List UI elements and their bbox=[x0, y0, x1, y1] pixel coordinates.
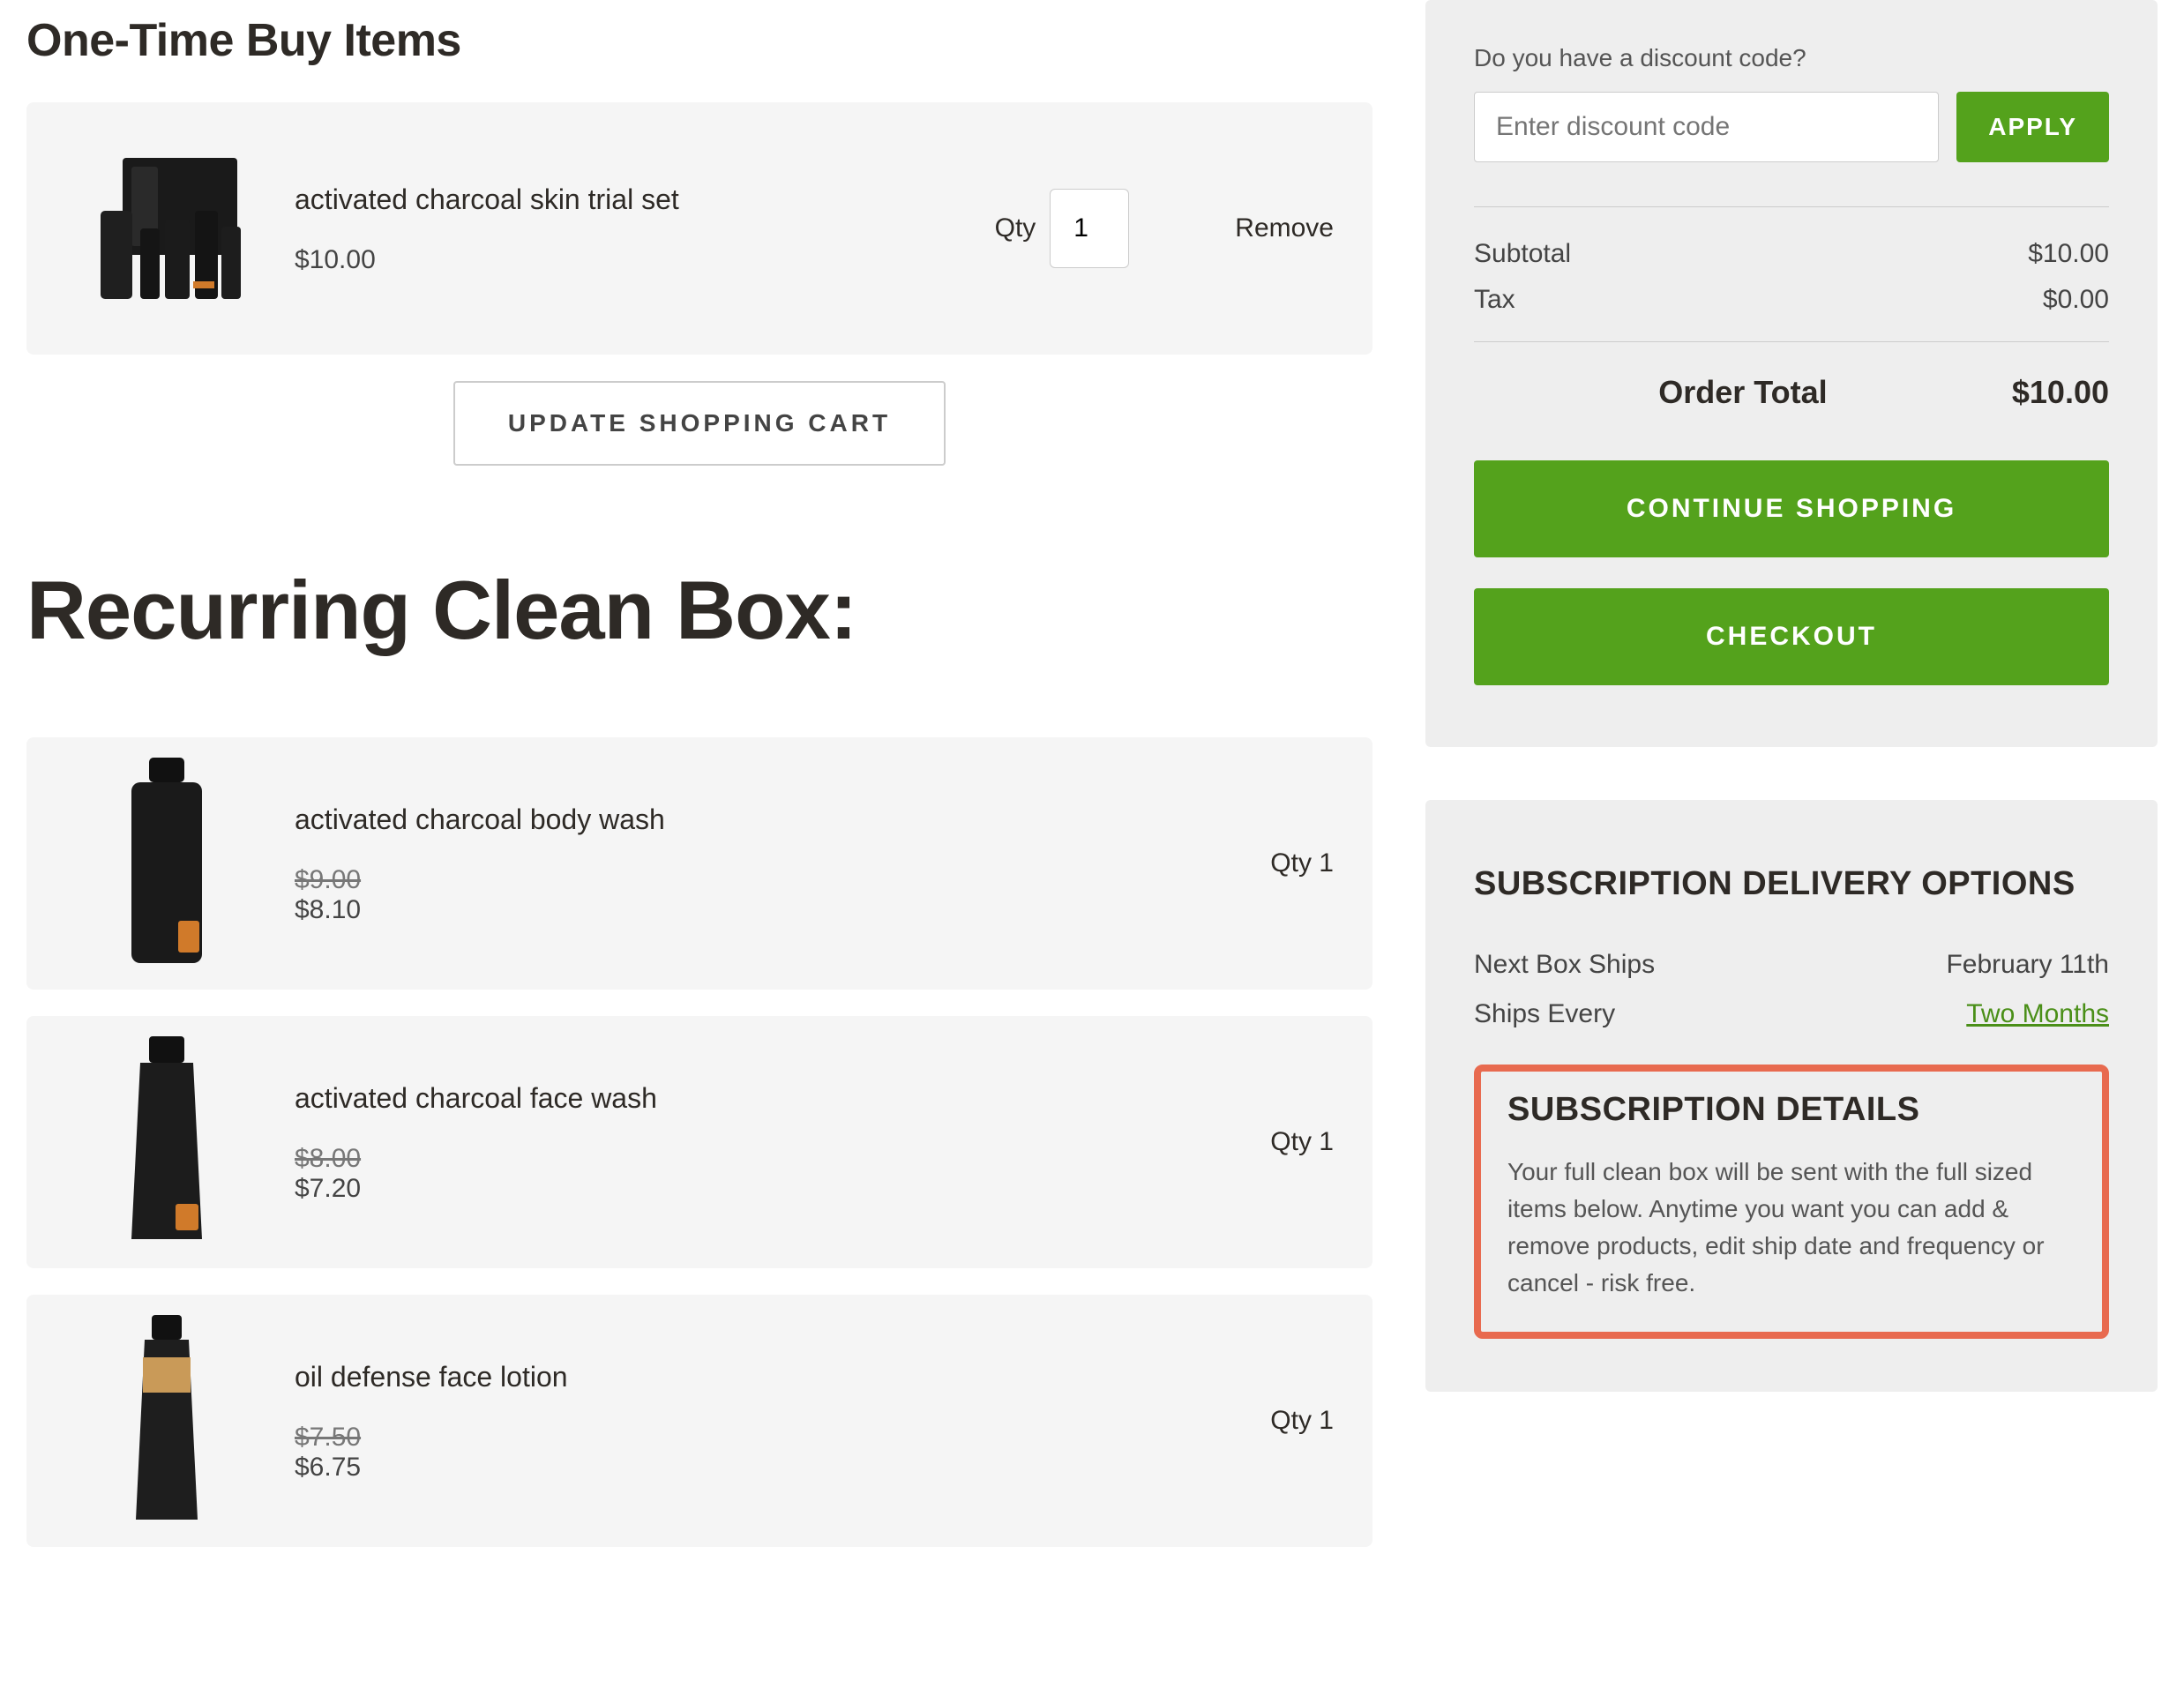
tax-value: $0.00 bbox=[2043, 285, 2109, 315]
subscription-box: SUBSCRIPTION DELIVERY OPTIONS Next Box S… bbox=[1425, 800, 2158, 1392]
checkout-button[interactable]: CHECKOUT bbox=[1474, 588, 2109, 685]
subscription-delivery-title: SUBSCRIPTION DELIVERY OPTIONS bbox=[1474, 863, 2109, 906]
remove-link[interactable]: Remove bbox=[1235, 213, 1334, 243]
onetime-heading: One-Time Buy Items bbox=[26, 14, 1372, 67]
tax-label: Tax bbox=[1474, 285, 1515, 315]
recurring-item-name: oil defense face lotion bbox=[295, 1359, 1270, 1396]
subscription-details-title: SUBSCRIPTION DETAILS bbox=[1507, 1091, 2076, 1129]
qty-label: Qty bbox=[995, 213, 1036, 243]
onetime-item-name: activated charcoal skin trial set bbox=[295, 182, 995, 219]
subtotal-label: Subtotal bbox=[1474, 239, 1571, 269]
subtotal-value: $10.00 bbox=[2028, 239, 2109, 269]
ships-every-link[interactable]: Two Months bbox=[1966, 999, 2109, 1029]
product-image-trial-set bbox=[65, 136, 268, 321]
qty-input[interactable] bbox=[1050, 189, 1129, 268]
recurring-item-disc-price: $6.75 bbox=[295, 1453, 1270, 1483]
next-ship-label: Next Box Ships bbox=[1474, 950, 1655, 980]
order-total-label: Order Total bbox=[1658, 374, 1827, 411]
order-total-value: $10.00 bbox=[2012, 374, 2109, 411]
recurring-item-orig-price: $9.00 bbox=[295, 865, 1270, 895]
recurring-item-disc-price: $7.20 bbox=[295, 1174, 1270, 1204]
update-cart-button[interactable]: UPDATE SHOPPING CART bbox=[453, 381, 946, 466]
subscription-details-text: Your full clean box will be sent with th… bbox=[1507, 1154, 2076, 1302]
onetime-item-price: $10.00 bbox=[295, 245, 995, 275]
recurring-item-qty: Qty 1 bbox=[1270, 848, 1334, 878]
recurring-heading: Recurring Clean Box: bbox=[26, 563, 1372, 658]
recurring-item-row: oil defense face lotion $7.50 $6.75 Qty … bbox=[26, 1295, 1372, 1547]
recurring-item-row: activated charcoal face wash $8.00 $7.20… bbox=[26, 1016, 1372, 1268]
divider bbox=[1474, 206, 2109, 207]
recurring-item-qty: Qty 1 bbox=[1270, 1406, 1334, 1436]
continue-shopping-button[interactable]: CONTINUE SHOPPING bbox=[1474, 460, 2109, 557]
recurring-item-orig-price: $7.50 bbox=[295, 1423, 1270, 1453]
discount-code-input[interactable] bbox=[1474, 92, 1939, 162]
recurring-item-qty: Qty 1 bbox=[1270, 1127, 1334, 1157]
next-ship-value: February 11th bbox=[1946, 950, 2109, 980]
order-summary-box: Do you have a discount code? APPLY Subto… bbox=[1425, 0, 2158, 747]
onetime-item-row: activated charcoal skin trial set $10.00… bbox=[26, 102, 1372, 355]
divider bbox=[1474, 341, 2109, 342]
product-image-body-wash bbox=[65, 771, 268, 956]
recurring-item-name: activated charcoal body wash bbox=[295, 802, 1270, 839]
subscription-details-highlight: SUBSCRIPTION DETAILS Your full clean box… bbox=[1474, 1065, 2109, 1339]
product-image-face-lotion bbox=[65, 1328, 268, 1513]
ships-every-label: Ships Every bbox=[1474, 999, 1615, 1029]
product-image-face-wash bbox=[65, 1050, 268, 1235]
recurring-item-disc-price: $8.10 bbox=[295, 895, 1270, 925]
apply-button[interactable]: APPLY bbox=[1956, 92, 2109, 162]
recurring-item-row: activated charcoal body wash $9.00 $8.10… bbox=[26, 737, 1372, 990]
discount-question: Do you have a discount code? bbox=[1474, 44, 2109, 72]
recurring-item-name: activated charcoal face wash bbox=[295, 1080, 1270, 1117]
recurring-item-orig-price: $8.00 bbox=[295, 1144, 1270, 1174]
